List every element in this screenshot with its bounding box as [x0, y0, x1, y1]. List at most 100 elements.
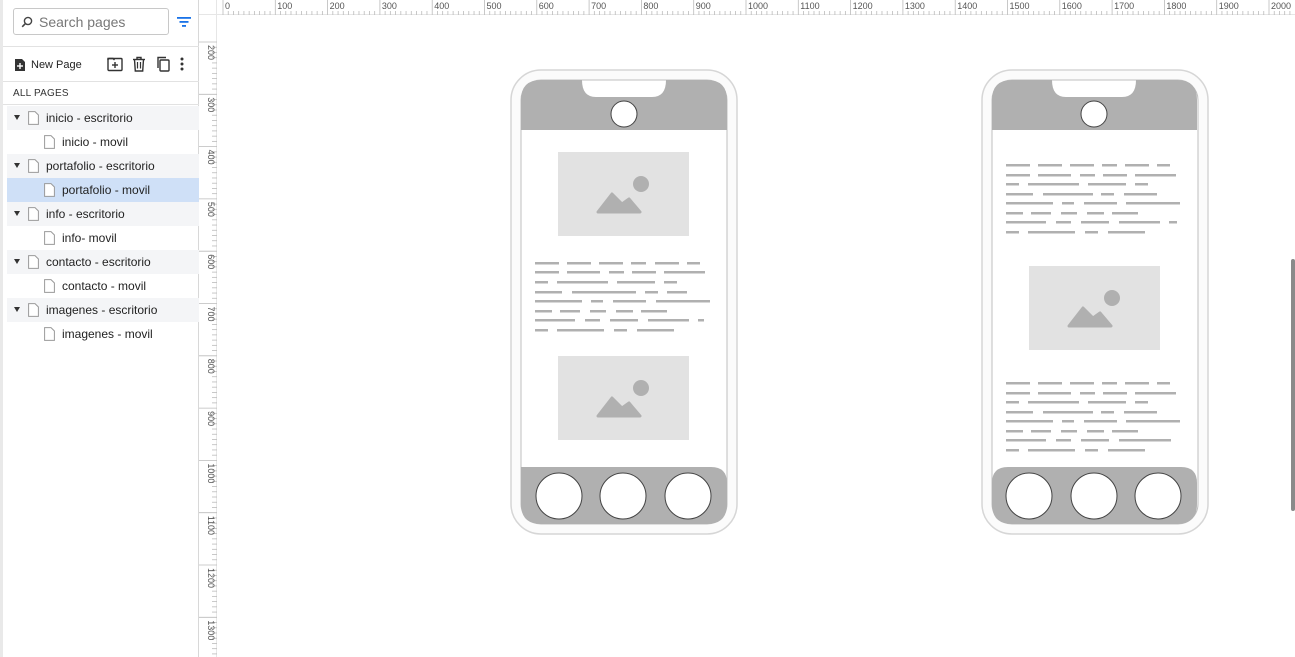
ruler-tick-label: 700 [206, 307, 216, 322]
pages-sidebar: New Page [0, 0, 199, 657]
page-label: info - escritorio [46, 207, 125, 221]
ruler-tick-label: 100 [277, 1, 292, 11]
page-label: imagenes - movil [62, 327, 153, 341]
ruler-tick-label: 1400 [957, 1, 977, 11]
nav-circle-3 [1134, 472, 1182, 520]
page-tree-child-item[interactable]: info- movil [7, 226, 199, 250]
ruler-tick-label: 1900 [1219, 1, 1239, 11]
ruler-tick-label: 1200 [206, 568, 216, 588]
nav-circle-1 [535, 472, 583, 520]
ruler-tick-label: 1300 [206, 620, 216, 640]
page-tree-parent-item[interactable]: inicio - escritorio [7, 106, 199, 130]
caret-down-icon[interactable] [14, 211, 20, 216]
new-page-label: New Page [31, 59, 82, 71]
new-page-icon [15, 59, 25, 71]
page-icon [28, 207, 39, 221]
caret-down-icon[interactable] [14, 163, 20, 168]
page-tree: inicio - escritorio inicio - movil portafo… [7, 106, 199, 346]
page-label: portafolio - movil [62, 183, 151, 197]
canvas-artboard [510, 69, 1209, 535]
ruler-tick-label: 400 [434, 1, 449, 11]
page-tree-parent-item[interactable]: info - escritorio [7, 202, 199, 226]
trash-icon[interactable] [130, 55, 148, 73]
caret-down-icon[interactable] [14, 115, 20, 120]
ruler-tick-label: 700 [591, 1, 606, 11]
divider [3, 104, 199, 105]
page-icon [44, 279, 55, 293]
ruler-corner [199, 0, 217, 15]
page-icon [44, 231, 55, 245]
page-icon [28, 255, 39, 269]
page-icon [44, 327, 55, 341]
horizontal-ruler: 0 100 200 300 400 500 600 700 800 900 1000 1100 1200… [199, 0, 1295, 15]
page-label: imagenes - escritorio [46, 303, 158, 317]
ruler-tick-label: 400 [206, 150, 216, 165]
page-label: contacto - escritorio [46, 255, 151, 269]
more-icon[interactable] [178, 55, 186, 73]
ruler-tick-label: 1500 [1010, 1, 1030, 11]
search-box[interactable] [13, 8, 169, 35]
ruler-tick-label: 1300 [905, 1, 925, 11]
page-label: contacto - movil [62, 279, 147, 293]
search-icon [21, 16, 33, 27]
page-icon [44, 135, 55, 149]
duplicate-icon[interactable] [154, 55, 172, 73]
filter-icon[interactable] [176, 14, 192, 30]
caret-down-icon[interactable] [14, 259, 20, 264]
nav-circle-2 [599, 472, 647, 520]
ruler-tick-label: 1800 [1166, 1, 1186, 11]
ruler-tick-label: 900 [696, 1, 711, 11]
ruler-tick-label: 0 [225, 1, 230, 11]
ruler-tick-label: 500 [487, 1, 502, 11]
phone-mockup-2[interactable] [981, 69, 1209, 535]
page-tree-parent-item[interactable]: portafolio - escritorio [7, 154, 199, 178]
ruler-tick-label: 2000 [1271, 1, 1291, 11]
ruler-tick-label: 800 [643, 1, 658, 11]
search-input[interactable] [39, 13, 159, 30]
ruler-tick-label: 300 [206, 97, 216, 112]
page-tree-child-item[interactable]: portafolio - movil [7, 178, 199, 202]
ruler-tick-label: 300 [382, 1, 397, 11]
page-tree-parent-item[interactable]: contacto - escritorio [7, 250, 199, 274]
ruler-tick-label: 1100 [800, 1, 819, 11]
all-pages-heading: ALL PAGES [13, 88, 69, 99]
nav-circle-3 [664, 472, 712, 520]
new-page-button[interactable]: New Page [14, 56, 82, 74]
nav-circle-1 [1005, 472, 1053, 520]
caret-down-icon[interactable] [14, 307, 20, 312]
page-tree-child-item[interactable]: inicio - movil [7, 130, 199, 154]
ruler-tick-label: 500 [206, 202, 216, 217]
image-placeholder-icon [556, 354, 691, 442]
camera-circle [1080, 100, 1108, 128]
design-canvas[interactable] [218, 16, 1295, 657]
ruler-tick-label: 1200 [853, 1, 873, 11]
page-icon [28, 159, 39, 173]
divider [3, 81, 199, 82]
page-label: inicio - movil [62, 135, 129, 149]
page-label: portafolio - escritorio [46, 159, 155, 173]
page-label: info- movil [62, 231, 117, 245]
pages-toolbar: New Page [3, 47, 199, 81]
page-tree-child-item[interactable]: contacto - movil [7, 274, 199, 298]
add-folder-icon[interactable] [106, 55, 124, 73]
ruler-tick-label: 800 [206, 359, 216, 374]
ruler-tick-label: 200 [330, 1, 345, 11]
page-label: inicio - escritorio [46, 111, 133, 125]
page-icon [28, 303, 39, 317]
page-icon [44, 183, 55, 197]
ruler-tick-label: 600 [539, 1, 554, 11]
ruler-tick-label: 900 [206, 411, 216, 426]
camera-circle [610, 100, 638, 128]
vertical-scrollbar[interactable] [1291, 259, 1295, 511]
phone-mockup-1[interactable] [510, 69, 738, 535]
ruler-tick-label: 600 [206, 254, 216, 269]
image-placeholder-icon [556, 150, 691, 238]
vertical-ruler: 200 300 400 500 600 700 800 900 1000 1100 1200 1300 [199, 15, 217, 657]
page-tree-parent-item[interactable]: imagenes - escritorio [7, 298, 199, 322]
ruler-tick-label: 1000 [748, 1, 768, 11]
image-placeholder-icon [1027, 264, 1162, 352]
page-tree-child-item[interactable]: imagenes - movil [7, 322, 199, 346]
ruler-tick-label: 1000 [206, 463, 216, 483]
ruler-tick-label: 1700 [1114, 1, 1134, 11]
nav-circle-2 [1070, 472, 1118, 520]
